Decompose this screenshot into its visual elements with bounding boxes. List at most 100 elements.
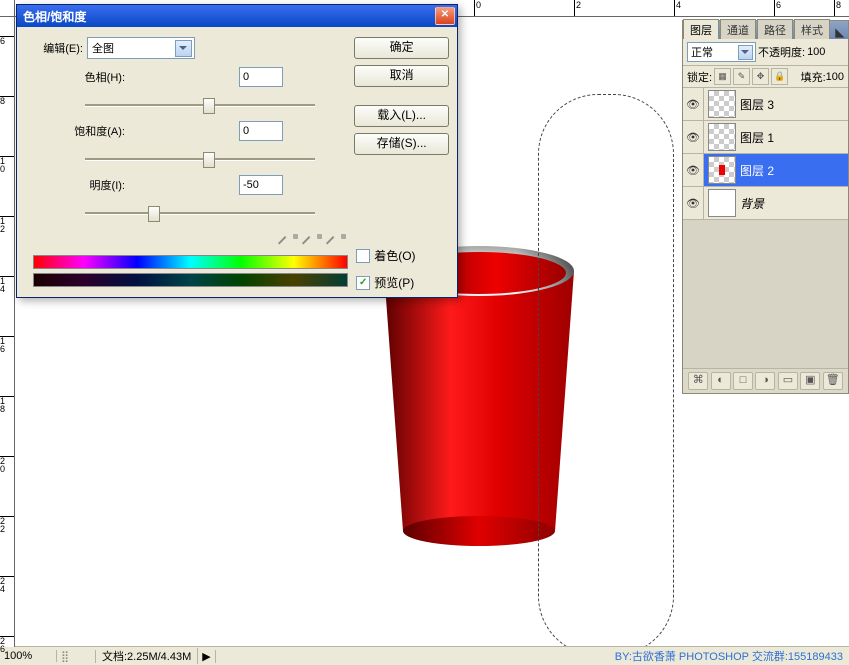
lightness-label: 明度(I): [25, 177, 129, 193]
group-icon[interactable]: ▭ [778, 372, 798, 390]
layers-panel: 图层 通道 路径 样式 ◣ 正常 不透明度: 100 锁定: ▦ ✎ ✥ 🔒 填… [682, 20, 849, 394]
layer-name[interactable]: 背景 [740, 195, 764, 212]
layer-row[interactable]: 👁 背景 [683, 187, 848, 220]
dialog-title: 色相/饱和度 [23, 8, 435, 25]
ruler-vertical[interactable]: 681 01 21 41 61 82 02 22 42 6 [0, 16, 15, 647]
ruler-tick: 8 [0, 96, 14, 105]
ok-button[interactable]: 确定 [354, 37, 449, 59]
tab-paths[interactable]: 路径 [757, 19, 793, 39]
panel-menu-icon[interactable]: ◣ [832, 26, 848, 39]
visibility-eye-icon[interactable]: 👁 [683, 121, 704, 153]
tab-channels[interactable]: 通道 [720, 19, 756, 39]
adjustment-layer-icon[interactable]: ◑ [755, 372, 775, 390]
new-layer-icon[interactable]: ▣ [800, 372, 820, 390]
layer-name[interactable]: 图层 1 [740, 129, 774, 146]
fill-value[interactable]: 100 [826, 71, 844, 83]
edit-label: 编辑(E): [25, 40, 87, 56]
ruler-tick: 6 [0, 36, 14, 45]
status-bar: 100% ⣿ 文档:2.25M/4.43M ▶ BY:古欲香萧 PHOTOSHO… [0, 646, 849, 665]
spectrum-source [33, 255, 348, 269]
hue-slider[interactable] [85, 95, 315, 115]
layer-row[interactable]: 👁 图层 1 [683, 121, 848, 154]
visibility-eye-icon[interactable]: 👁 [683, 154, 704, 186]
eyedropper-icon[interactable] [282, 233, 300, 251]
eyedropper-add-icon[interactable] [306, 233, 324, 251]
ruler-corner [0, 0, 15, 17]
layer-name[interactable]: 图层 3 [740, 96, 774, 113]
hue-saturation-dialog: 色相/饱和度 ✕ 编辑(E): 全图 色相(H): 饱和度(A): [16, 4, 458, 298]
selection-marquee [538, 94, 674, 656]
ruler-tick: 2 [574, 0, 581, 16]
lock-transparency-icon[interactable]: ▦ [714, 68, 731, 85]
tab-layers[interactable]: 图层 [683, 19, 719, 39]
ruler-tick: 1 6 [0, 336, 14, 353]
layer-row[interactable]: 👁 图层 3 [683, 88, 848, 121]
ruler-tick: 1 2 [0, 216, 14, 233]
lock-all-icon[interactable]: 🔒 [771, 68, 788, 85]
ruler-tick: 2 2 [0, 516, 14, 533]
colorize-checkbox[interactable] [356, 249, 370, 263]
ruler-tick: 1 8 [0, 396, 14, 413]
blend-mode-combo[interactable]: 正常 [687, 42, 756, 62]
ruler-tick: 0 [474, 0, 481, 16]
lock-pixels-icon[interactable]: ✎ [733, 68, 750, 85]
layer-thumbnail[interactable] [708, 189, 736, 217]
hue-input[interactable] [239, 67, 283, 87]
opacity-label: 不透明度: [758, 44, 805, 60]
spectrum-result [33, 273, 348, 287]
panel-tabs: 图层 通道 路径 样式 ◣ [683, 21, 848, 39]
visibility-eye-icon[interactable]: 👁 [683, 88, 704, 120]
layer-mask-icon[interactable]: □ [733, 372, 753, 390]
link-layers-icon[interactable]: ⌘ [688, 372, 708, 390]
layer-thumbnail[interactable] [708, 156, 736, 184]
layer-row[interactable]: 👁 图层 2 [683, 154, 848, 187]
saturation-label: 饱和度(A): [25, 123, 129, 139]
ruler-tick: 8 [834, 0, 841, 16]
ruler-tick: 2 4 [0, 576, 14, 593]
dialog-titlebar[interactable]: 色相/饱和度 ✕ [17, 5, 457, 27]
edit-combo[interactable]: 全图 [87, 37, 195, 59]
blend-mode-value: 正常 [691, 44, 713, 60]
lightness-slider[interactable] [85, 203, 315, 223]
opacity-value[interactable]: 100 [807, 46, 825, 58]
save-button[interactable]: 存储(S)... [354, 133, 449, 155]
layer-list: 👁 图层 3 👁 图层 1 👁 图层 2 👁 背景 [683, 88, 848, 368]
ruler-tick: 1 4 [0, 276, 14, 293]
preview-checkbox[interactable]: ✓ [356, 276, 370, 290]
ruler-tick: 6 [774, 0, 781, 16]
layer-thumbnail[interactable] [708, 123, 736, 151]
saturation-input[interactable] [239, 121, 283, 141]
ruler-tick: 4 [674, 0, 681, 16]
close-icon[interactable]: ✕ [435, 7, 455, 25]
document-info[interactable]: 文档:2.25M/4.43M [96, 648, 198, 664]
layer-style-icon[interactable]: ◐ [711, 372, 731, 390]
hue-slider-thumb[interactable] [203, 98, 215, 114]
saturation-slider[interactable] [85, 149, 315, 169]
cancel-button[interactable]: 取消 [354, 65, 449, 87]
fill-label: 填充: [801, 69, 826, 85]
ruler-tick: 2 0 [0, 456, 14, 473]
ruler-tick: 1 0 [0, 156, 14, 173]
grip-icon: ⣿ [57, 650, 96, 663]
edit-combo-value: 全图 [92, 40, 114, 56]
info-menu-icon[interactable]: ▶ [198, 650, 215, 663]
eyedropper-subtract-icon[interactable] [330, 233, 348, 251]
saturation-slider-thumb[interactable] [203, 152, 215, 168]
layer-name[interactable]: 图层 2 [740, 162, 774, 179]
load-button[interactable]: 载入(L)... [354, 105, 449, 127]
colorize-label: 着色(O) [374, 247, 415, 264]
lightness-input[interactable] [239, 175, 283, 195]
delete-layer-icon[interactable]: 🗑 [823, 372, 843, 390]
chevron-down-icon [738, 45, 753, 60]
layer-thumbnail[interactable] [708, 90, 736, 118]
preview-label: 预览(P) [374, 274, 414, 291]
lock-label: 锁定: [687, 69, 712, 85]
lock-position-icon[interactable]: ✥ [752, 68, 769, 85]
hue-label: 色相(H): [25, 69, 129, 85]
tab-styles[interactable]: 样式 [794, 19, 830, 39]
lightness-slider-thumb[interactable] [148, 206, 160, 222]
visibility-eye-icon[interactable]: 👁 [683, 187, 704, 219]
ruler-tick: 2 6 [0, 636, 14, 653]
credit-text: BY:古欲香萧 PHOTOSHOP 交流群:155189433 [615, 648, 849, 664]
chevron-down-icon [175, 40, 192, 57]
